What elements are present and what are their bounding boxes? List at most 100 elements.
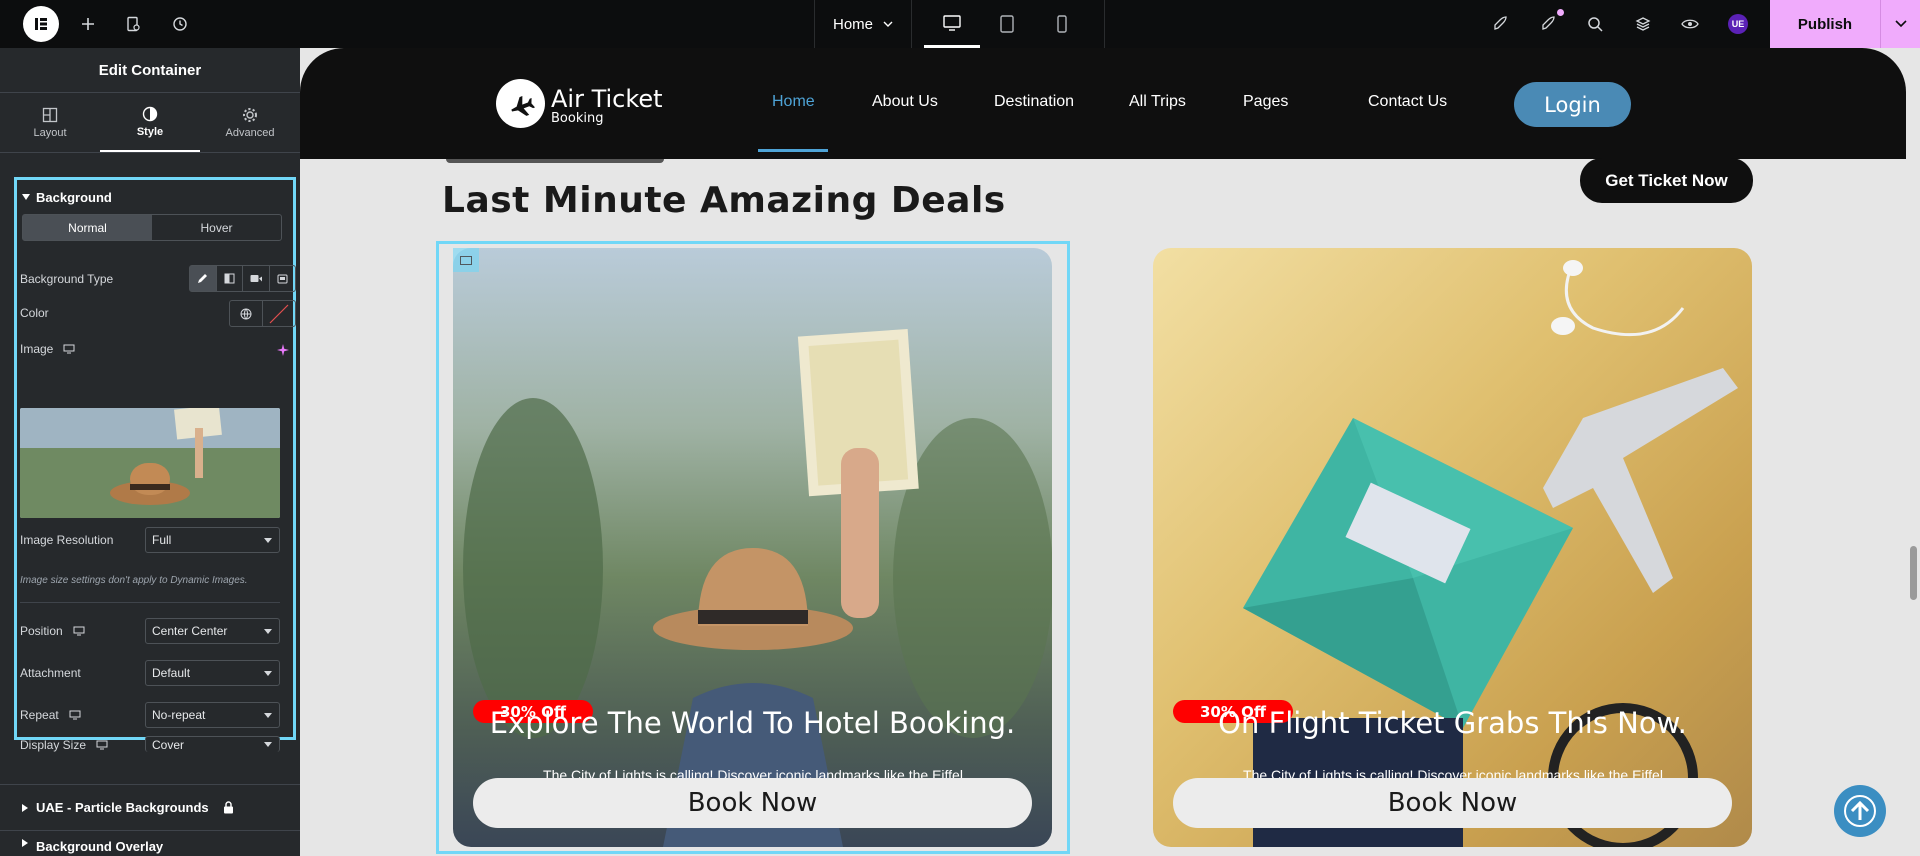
canvas-scrollbar[interactable]: [1907, 48, 1920, 856]
particle-backgrounds-label: UAE - Particle Backgrounds: [36, 800, 209, 815]
position-row: Position Center Center: [20, 617, 290, 645]
nav-home[interactable]: Home: [772, 93, 815, 111]
mobile-device-icon[interactable]: [1034, 0, 1090, 48]
canvas-scrollbar-thumb[interactable]: [1910, 546, 1917, 600]
repeat-select[interactable]: No-repeat: [145, 702, 280, 728]
scroll-to-top-button[interactable]: [1834, 785, 1886, 837]
image-resolution-select[interactable]: Full: [145, 527, 280, 553]
add-element-icon[interactable]: [74, 10, 102, 38]
tab-layout-label: Layout: [33, 126, 67, 139]
background-image-preview[interactable]: [20, 408, 280, 518]
container-handle-icon[interactable]: [453, 248, 479, 272]
global-colors-icon[interactable]: [230, 301, 263, 326]
image-thumbnail: [20, 408, 280, 518]
repeat-label-wrap: Repeat: [20, 708, 81, 722]
deals-heading: Last Minute Amazing Deals: [442, 180, 1006, 221]
attachment-label: Attachment: [20, 666, 81, 680]
caret-down-icon: [264, 742, 272, 747]
page-name: Home: [833, 15, 874, 33]
brand-subtitle: Booking: [551, 111, 604, 126]
attachment-select[interactable]: Default: [145, 660, 280, 686]
repeat-row: Repeat No-repeat: [20, 701, 290, 729]
caret-down-icon: [264, 671, 272, 676]
desktop-device-icon[interactable]: [924, 0, 980, 48]
desktop-responsive-icon[interactable]: [63, 344, 75, 354]
nav-all-trips[interactable]: All Trips: [1129, 93, 1186, 111]
nav-destination[interactable]: Destination: [994, 93, 1074, 111]
airplane-logo-icon[interactable]: [496, 79, 545, 128]
background-type-row: Background Type: [20, 265, 296, 293]
video-icon[interactable]: [243, 266, 270, 291]
image-resolution-label: Image Resolution: [20, 533, 114, 547]
display-size-label-wrap: Display Size: [20, 738, 108, 752]
layout-icon: [42, 107, 58, 122]
tab-style-label: Style: [136, 125, 164, 138]
get-ticket-now-button[interactable]: Get Ticket Now: [1580, 158, 1753, 203]
preview-eye-icon[interactable]: [1676, 10, 1704, 38]
tab-normal[interactable]: Normal: [23, 215, 152, 240]
layers-icon[interactable]: [1629, 10, 1657, 38]
login-button[interactable]: Login: [1514, 82, 1631, 127]
nav-about-us[interactable]: About Us: [872, 93, 938, 111]
search-icon[interactable]: [1581, 10, 1609, 38]
nav-contact-us[interactable]: Contact Us: [1368, 93, 1447, 111]
caret-right-icon: [22, 803, 28, 812]
background-section-header[interactable]: Background: [20, 180, 290, 214]
tab-layout[interactable]: Layout: [0, 93, 100, 152]
desktop-responsive-icon[interactable]: [73, 626, 85, 636]
attachment-value: Default: [152, 666, 191, 680]
background-overlay-label: Background Overlay: [36, 839, 164, 854]
publish-button[interactable]: Publish: [1770, 0, 1880, 48]
position-value: Center Center: [152, 624, 228, 638]
brush-classic-icon[interactable]: [190, 266, 217, 291]
panel-tabs: Layout Style Advanced: [0, 93, 300, 153]
display-size-select[interactable]: Cover: [145, 736, 280, 752]
gradient-icon[interactable]: [217, 266, 243, 291]
desktop-responsive-icon[interactable]: [69, 710, 81, 720]
color-row: Color: [20, 299, 296, 327]
brand-title: Air Ticket: [551, 85, 663, 113]
image-label: Image: [20, 342, 54, 356]
rocket-icon[interactable]: [1486, 10, 1514, 38]
dynamic-images-note: Image size settings don't apply to Dynam…: [20, 575, 248, 586]
desktop-responsive-icon[interactable]: [96, 740, 108, 750]
position-label-wrap: Position: [20, 624, 85, 638]
position-label: Position: [20, 624, 63, 638]
image-label-wrap: Image: [20, 342, 75, 356]
tab-advanced-label: Advanced: [225, 126, 275, 139]
device-switcher: [912, 0, 1105, 48]
image-resolution-row: Image Resolution Full: [20, 526, 290, 554]
publish-options-chevron-icon[interactable]: [1880, 0, 1920, 48]
repeat-value: No-repeat: [152, 708, 206, 722]
slideshow-icon[interactable]: [270, 266, 296, 291]
tab-hover[interactable]: Hover: [152, 215, 281, 240]
book-now-button[interactable]: Book Now: [1173, 778, 1732, 828]
tablet-device-icon[interactable]: [979, 0, 1035, 48]
background-section: Background Normal Hover Background Type …: [14, 177, 296, 752]
display-size-label: Display Size: [20, 738, 87, 752]
notification-dot: [1557, 9, 1564, 16]
color-swatch-empty[interactable]: [263, 301, 295, 326]
history-icon[interactable]: [166, 10, 194, 38]
editor-topbar: Home UE Publish: [0, 0, 1920, 48]
tab-advanced[interactable]: Advanced: [200, 93, 300, 152]
user-avatar[interactable]: UE: [1728, 14, 1748, 34]
contrast-icon: [142, 106, 158, 121]
ai-sparkle-icon[interactable]: [277, 344, 289, 356]
page-settings-icon[interactable]: [119, 10, 147, 38]
display-size-value: Cover: [152, 737, 185, 752]
tab-style[interactable]: Style: [100, 93, 200, 152]
chevron-down-icon: [883, 21, 893, 27]
position-select[interactable]: Center Center: [145, 618, 280, 644]
caret-right-icon: [22, 839, 28, 847]
section-particle-backgrounds[interactable]: UAE - Particle Backgrounds: [0, 784, 300, 830]
page-selector[interactable]: Home: [814, 0, 912, 48]
section-background-overlay[interactable]: Background Overlay: [0, 830, 300, 856]
caret-down-icon: [264, 629, 272, 634]
color-control: [229, 300, 296, 327]
elementor-logo-icon[interactable]: [23, 6, 59, 42]
nav-pages[interactable]: Pages: [1243, 93, 1288, 111]
nav-active-indicator: [758, 149, 828, 152]
deal-card-flight[interactable]: 30% Off On Flight Ticket Grabs This Now.…: [1153, 248, 1752, 847]
background-heading: Background: [36, 189, 112, 205]
